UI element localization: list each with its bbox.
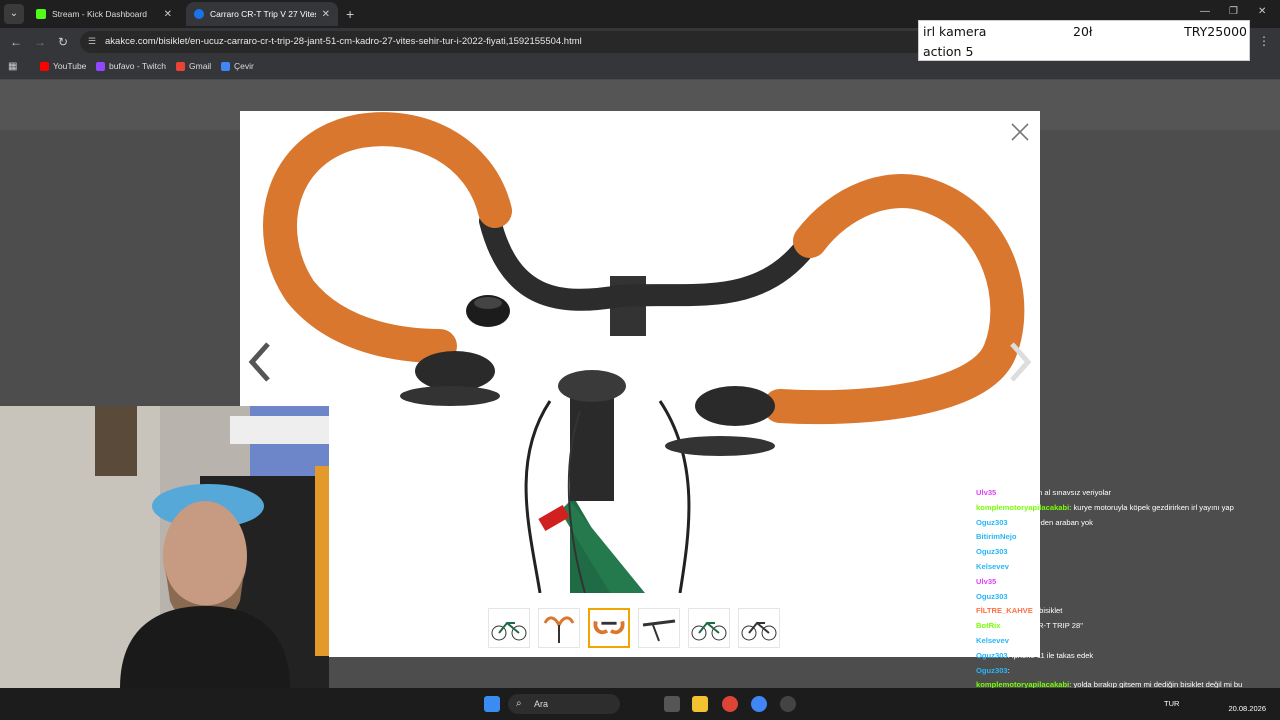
search-icon: ⌕ [516,698,522,709]
webcam-feed [0,406,329,688]
thumbnail[interactable] [638,608,680,648]
goal-amount: 20ł [1073,24,1093,39]
thumbnail[interactable] [738,608,780,648]
chat-message: BitirimNejo: [976,532,1019,542]
goal-label-2: action 5 [923,44,974,59]
bookmark-label: Gmail [189,61,212,71]
chat-message: komplemotoryapilacakabi: kurye motoruyla… [976,502,1234,512]
close-icon [1011,123,1029,141]
next-image-button[interactable] [1004,340,1034,384]
chat-message: Ulv35: [976,576,999,586]
tab-title: Stream - Kick Dashboard [52,9,147,19]
donation-goal-overlay: irl kamera 20ł TRY25000 action 5 [918,20,1250,61]
product-image [240,111,1040,594]
chat-message: Ulv35: kaçak çektin al sınavsız veriyola… [976,488,1112,497]
bookmark-gmail[interactable]: Gmail [176,61,211,71]
translate-icon [221,61,230,71]
chat-message: Kelsevev: [976,635,1012,645]
image-lightbox [240,111,1040,657]
taskbar-search[interactable]: ⌕ Ara [508,694,620,714]
bookmark-label: YouTube [53,61,87,71]
twitch-icon [96,61,105,71]
system-clock[interactable]: 20.08.2026 [1228,694,1266,714]
thumbnail[interactable] [488,608,530,648]
previous-image-button[interactable] [246,340,276,384]
forward-icon[interactable]: → [34,34,46,50]
thumbnail-selected[interactable] [588,608,630,648]
tab-carraro[interactable]: Carraro CR-T Trip V 27 Vites 28 ✕ [186,2,338,26]
chat-message: Oguz303: [976,547,1010,557]
task-view-icon[interactable] [664,696,680,712]
start-icon[interactable] [484,696,500,712]
handlebar-thumb-icon [543,616,575,643]
reload-icon[interactable]: ↻ [58,34,68,50]
bike-thumb-icon [741,621,777,641]
minimize-icon[interactable]: — [1200,6,1210,17]
shifter-thumb-icon [642,619,676,642]
chat-message: Oguz303: [976,591,1010,601]
thumbnail[interactable] [538,608,580,648]
date-text: 20.08.2026 [1228,704,1266,713]
goal-target: TRY25000 [1184,24,1247,39]
bookmark-label: Çevir [234,61,254,71]
chrome-icon[interactable] [722,696,738,712]
site-info-icon[interactable]: ☰ [88,36,96,47]
new-tab-button[interactable]: + [346,5,354,23]
chevron-right-icon [1010,342,1032,382]
goal-label: irl kamera [923,24,987,39]
close-tab-icon[interactable]: ✕ [164,9,172,20]
bookmark-youtube[interactable]: YouTube [40,61,86,71]
tab-search-button[interactable]: ⌄ [4,4,24,24]
close-lightbox-button[interactable] [1008,120,1032,144]
apps-icon[interactable]: ▦ [8,61,17,72]
menu-icon[interactable]: ⋮ [1258,34,1270,48]
gmail-icon [176,61,185,71]
close-window-icon[interactable]: ✕ [1258,6,1266,17]
tab-title: Carraro CR-T Trip V 27 Vites 28 [210,9,316,19]
url-text: akakce.com/bisiklet/en-ucuz-carraro-cr-t… [105,36,582,47]
stream-chat: Ulv35: kaçak çektin al sınavsız veriyola… [976,486,1280,692]
close-tab-icon[interactable]: ✕ [322,9,330,20]
chat-message: Oguz303: [976,665,1010,675]
windows-taskbar: ⌕ Ara TUR 20.08.2026 [0,688,1280,720]
chat-message: FİLTRE_KAHVE: !bisiklet [976,606,1063,616]
tab-kick-dashboard[interactable]: Stream - Kick Dashboard ✕ [28,2,180,26]
search-label: Ara [534,699,549,709]
chat-message: BotRix: Carraro CR-T TRIP 28" [976,621,1083,631]
file-explorer-icon[interactable] [692,696,708,712]
youtube-icon [40,61,49,71]
bookmark-translate[interactable]: Çevir [221,61,254,71]
language-indicator[interactable]: TUR [1164,699,1179,708]
thumbnail[interactable] [688,608,730,648]
back-icon[interactable]: ← [10,34,22,50]
kick-favicon-icon [36,9,46,19]
webcam-image [0,406,329,688]
app-icon[interactable] [780,696,796,712]
bookmark-label: bufavo - Twitch [109,61,167,71]
restore-icon[interactable]: ❐ [1229,6,1238,17]
akakce-favicon-icon [194,9,204,19]
bike-thumb-icon [691,621,727,641]
bike-thumb-icon [491,621,527,641]
thumbnail-strip [488,608,780,648]
bookmark-twitch[interactable]: bufavo - Twitch [96,61,166,71]
chrome-active-icon[interactable] [751,696,767,712]
chat-message: Kelsevev: [976,561,1012,571]
chat-message: Oguz303: iphone 11 ile takas edek [976,650,1094,660]
chevron-left-icon [248,342,270,382]
handlebar-thumb-icon [593,620,625,635]
chat-message: Oguz303: senin neden araban yok [976,517,1093,527]
